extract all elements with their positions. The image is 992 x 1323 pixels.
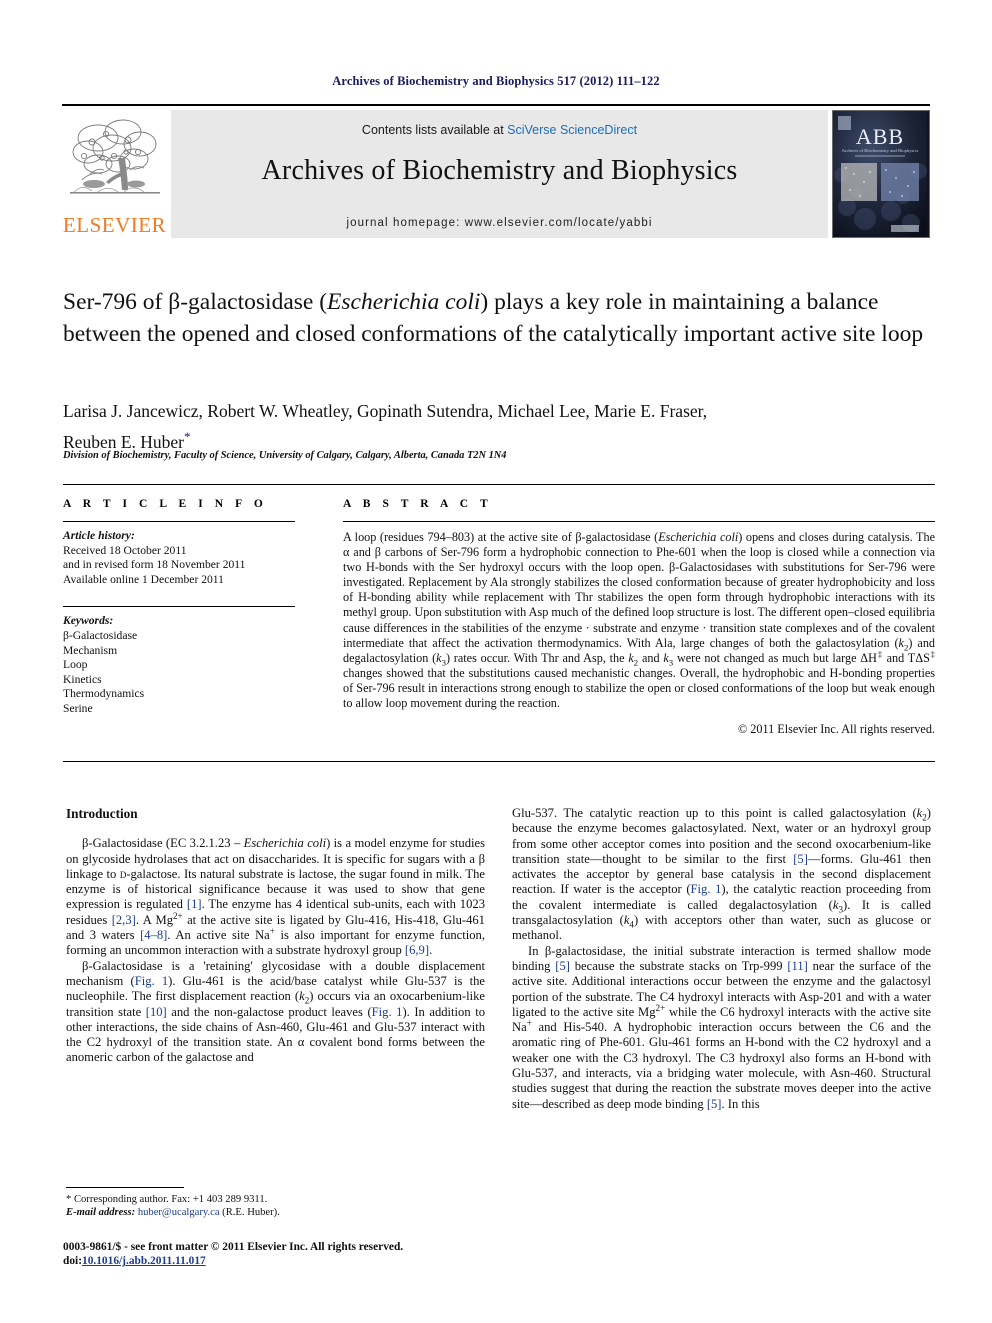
email-suffix: (R.E. Huber). [219, 1207, 280, 1219]
journal-title: Archives of Biochemistry and Biophysics [261, 155, 738, 186]
journal-masthead: ELSEVIER Contents lists available at Sci… [62, 104, 930, 238]
elsevier-logo: ELSEVIER [62, 110, 167, 238]
keyword-item: Serine [63, 701, 93, 715]
email-note: E-mail address: huber@ucalgary.ca (R.E. … [66, 1206, 485, 1219]
article-info-rule [63, 521, 295, 522]
imprint-front-matter: 0003-9861/$ - see front matter © 2011 El… [63, 1241, 404, 1253]
abstract-copyright: © 2011 Elsevier Inc. All rights reserved… [738, 722, 935, 737]
svg-text:ABB: ABB [856, 124, 904, 149]
article-history-block: Article history: Received 18 October 201… [63, 529, 318, 587]
article-history-line: Available online 1 December 2011 [63, 572, 224, 586]
author-list: Larisa J. Jancewicz, Robert W. Wheatley,… [63, 399, 935, 455]
body-paragraph: Glu-537. The catalytic reaction up to th… [512, 806, 932, 943]
article-info-column: A R T I C L E I N F O Article history: R… [63, 498, 318, 717]
keyword-item: Kinetics [63, 672, 102, 686]
author-line-2: Reuben E. Huber [63, 431, 185, 452]
corresponding-author-marker[interactable]: * [184, 429, 191, 444]
body-column-left: Introduction β-Galactosidase (EC 3.2.1.2… [66, 806, 485, 1066]
elsevier-wordmark: ELSEVIER [62, 213, 167, 237]
author-affiliation: Division of Biochemistry, Faculty of Sci… [63, 450, 507, 461]
keyword-item: Thermodynamics [63, 687, 145, 701]
journal-homepage-line[interactable]: journal homepage: www.elsevier.com/locat… [171, 217, 828, 229]
contents-available-line: Contents lists available at SciVerse Sci… [171, 123, 828, 137]
abstract-heading: A B S T R A C T [343, 498, 493, 510]
body-paragraph: β-Galactosidase is a 'retaining' glycosi… [66, 958, 485, 1065]
article-history-line: Received 18 October 2011 [63, 543, 187, 557]
corresponding-author-note: * Corresponding author. Fax: +1 403 289 … [66, 1194, 268, 1205]
keyword-item: Mechanism [63, 643, 118, 657]
imprint-doi-line: doi:10.1016/j.abb.2011.11.017 [63, 1254, 493, 1268]
doi-label: doi: [63, 1255, 82, 1268]
title-segment-1: Ser-796 of β-galactosidase ( [63, 289, 328, 315]
sciencedirect-link[interactable]: SciVerse ScienceDirect [507, 123, 637, 137]
doi-link[interactable]: 10.1016/j.abb.2011.11.017 [82, 1255, 206, 1267]
article-page: Archives of Biochemistry and Biophysics … [0, 0, 992, 1323]
running-head: Archives of Biochemistry and Biophysics … [332, 74, 660, 88]
article-info-heading: A R T I C L E I N F O [63, 498, 268, 510]
elsevier-tree-icon [68, 112, 162, 208]
keyword-item: β-Galactosidase [63, 628, 138, 642]
footnote-block: * Corresponding author. Fax: +1 403 289 … [66, 1187, 485, 1220]
keywords-label: Keywords: [63, 614, 114, 628]
email-label: E-mail address: [66, 1207, 136, 1219]
body-paragraph: β-Galactosidase (EC 3.2.1.23 – Escherich… [66, 836, 485, 958]
article-history-line: and in revised form 18 November 2011 [63, 558, 246, 572]
body-paragraph: In β-galactosidase, the initial substrat… [512, 943, 932, 1111]
body-column-right: Glu-537. The catalytic reaction up to th… [512, 806, 931, 1112]
abstract-rule [343, 521, 935, 522]
abstract-column: A B S T R A C T A loop (residues 794–803… [343, 498, 935, 737]
article-title: Ser-796 of β-galactosidase (Escherichia … [63, 286, 935, 350]
abstract-text: A loop (residues 794–803) at the active … [343, 530, 936, 711]
journal-band: Contents lists available at SciVerse Sci… [171, 110, 828, 238]
email-link[interactable]: huber@ucalgary.ca [138, 1207, 220, 1218]
section-heading-introduction: Introduction [66, 806, 138, 821]
keyword-item: Loop [63, 658, 88, 672]
svg-text:Archives of Biochemistry and B: Archives of Biochemistry and Biophysics [842, 148, 919, 153]
contents-prefix: Contents lists available at [361, 123, 508, 137]
keywords-block: Keywords: β-Galactosidase Mechanism Loop… [63, 614, 318, 716]
keywords-rule [63, 606, 295, 608]
title-species-name: Escherichia coli [327, 289, 481, 315]
abstract-bottom-rule [63, 761, 935, 762]
author-line-1: Larisa J. Jancewicz, Robert W. Wheatley,… [63, 401, 708, 421]
info-section-top-rule [63, 484, 935, 485]
footnote-rule [66, 1187, 184, 1188]
article-history-label: Article history: [63, 529, 135, 542]
imprint-block: 0003-9861/$ - see front matter © 2011 El… [63, 1240, 493, 1269]
journal-cover-thumbnail: ABB Archives of Biochemistry and Biophys… [832, 110, 930, 238]
